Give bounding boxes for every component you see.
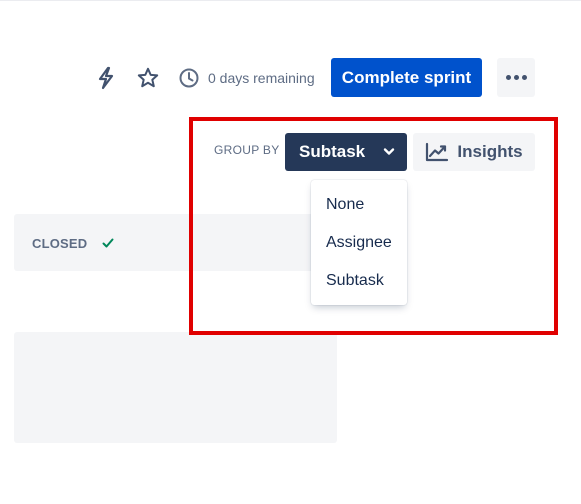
empty-column-card: [14, 332, 337, 443]
complete-sprint-button[interactable]: Complete sprint: [331, 58, 482, 97]
more-icon: [505, 75, 527, 80]
group-by-label: GROUP BY: [214, 143, 280, 157]
automation-button[interactable]: [92, 62, 120, 94]
group-by-dropdown[interactable]: Subtask: [285, 133, 407, 171]
top-divider: [0, 0, 581, 1]
check-icon: [102, 238, 114, 248]
star-icon: [137, 67, 159, 88]
insights-button[interactable]: Insights: [413, 133, 535, 171]
chevron-down-icon: [383, 148, 395, 155]
clock-icon: [179, 68, 199, 88]
group-by-menu: None Assignee Subtask: [311, 180, 407, 305]
time-remaining: 0 days remaining: [178, 62, 315, 94]
time-remaining-text: 0 days remaining: [208, 70, 315, 86]
chart-icon: [426, 142, 449, 162]
group-by-value: Subtask: [299, 142, 366, 161]
closed-label: CLOSED: [32, 236, 88, 251]
star-button[interactable]: [134, 62, 162, 94]
menu-item-subtask[interactable]: Subtask: [311, 262, 407, 300]
menu-item-assignee[interactable]: Assignee: [311, 224, 407, 262]
more-actions-button[interactable]: [497, 58, 535, 97]
closed-column-header: CLOSED: [14, 214, 337, 271]
insights-label: Insights: [457, 142, 523, 161]
menu-item-none[interactable]: None: [311, 186, 407, 224]
lightning-icon: [98, 66, 114, 90]
